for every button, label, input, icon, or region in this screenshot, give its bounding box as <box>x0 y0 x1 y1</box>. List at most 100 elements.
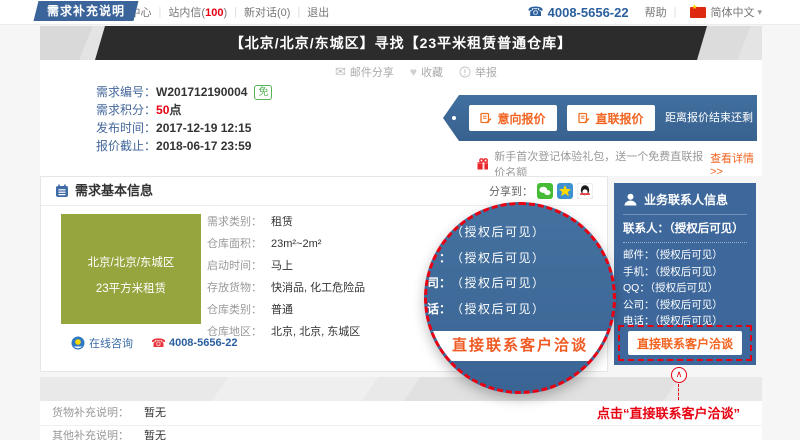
detail-label: 仓库面积： <box>207 233 271 255</box>
chevron-down-icon: ▾ <box>757 7 762 18</box>
promo-detail-link[interactable]: 查看详情 >> <box>710 150 762 178</box>
supplement-band <box>40 377 762 401</box>
contact-row-email: 邮件：（授权后可见） <box>623 247 747 264</box>
direct-quote-label: 直联报价 <box>595 110 643 127</box>
field-publish-time: 发布时间：2017-12-19 12:15 <box>96 119 272 137</box>
detail-label: 存放货物： <box>207 277 271 299</box>
mag-value: （授权后可见） <box>451 223 546 240</box>
intent-quote-label: 意向报价 <box>497 110 545 127</box>
favorite-label: 收藏 <box>421 64 443 80</box>
direct-quote-button[interactable]: 直联报价 <box>567 105 655 131</box>
report-icon <box>459 66 471 78</box>
field-label: 需求编号： <box>96 85 156 99</box>
mag-value: （授权后可见） <box>451 300 546 317</box>
favorite-button[interactable]: ♥ 收藏 <box>410 64 443 80</box>
field-demand-number: 需求编号：W201712190004 免 <box>96 83 272 101</box>
mail-share-button[interactable]: ✉邮件分享 <box>335 64 394 80</box>
heart-icon: ♥ <box>410 65 417 79</box>
detail-label: 仓库类别： <box>207 299 271 321</box>
banner-strip: 【北京/北京/东城区】寻找【23平米租赁普通仓库】 <box>40 26 762 60</box>
contact-label: 邮件： <box>623 249 655 261</box>
supplement-title-tab: 需求补充说明 <box>34 1 139 21</box>
online-consult-label: 在线咨询 <box>89 335 133 351</box>
demand-detail-list: 需求类别：租赁 仓库面积：23m²~2m² 启动时间：马上 存放货物：快消品, … <box>207 211 365 343</box>
detail-value: 北京, 北京, 东城区 <box>271 326 360 338</box>
field-value: W201712190004 <box>156 85 247 99</box>
detail-row-area: 仓库面积：23m²~2m² <box>207 233 365 255</box>
language-selector[interactable]: 简体中文 <box>710 4 754 20</box>
mag-value: （授权后可见） <box>451 249 546 266</box>
report-button[interactable]: 举报 <box>459 64 497 80</box>
help-link[interactable]: 帮助 <box>645 4 667 20</box>
detail-label: 启动时间： <box>207 255 271 277</box>
field-label: 发布时间： <box>96 121 156 135</box>
report-label: 举报 <box>475 64 497 80</box>
mail-label: 站内信( <box>168 7 205 19</box>
detail-row-region: 仓库地区：北京, 北京, 东城区 <box>207 321 365 343</box>
contact-label: 手机： <box>623 266 655 278</box>
contact-label: QQ： <box>623 282 650 294</box>
site-mail-link[interactable]: 站内信(100) <box>168 4 227 20</box>
thumb-area: 23平方米租赁 <box>61 280 201 296</box>
detail-row-category: 需求类别：租赁 <box>207 211 365 233</box>
points-value: 50 <box>156 103 169 117</box>
contact-row-mobile: 手机：（授权后可见） <box>623 264 747 281</box>
section-title: 需求基本信息 <box>75 177 153 205</box>
points-unit: 点 <box>169 103 181 117</box>
magnifier-callout: （授权后可见） ：（授权后可见） 公司：（授权后可见） 电话：（授权后可见） 直… <box>424 202 616 394</box>
detail-row-start-time: 启动时间：马上 <box>207 255 365 277</box>
magnifier-cta-banner: 直接联系客户洽谈 <box>424 331 616 361</box>
contact-row-qq: QQ：（授权后可见） <box>623 280 747 297</box>
person-icon <box>623 192 638 207</box>
thumb-location: 北京/北京/东城区 <box>61 254 201 270</box>
online-consult-button[interactable]: 在线咨询 <box>71 335 133 351</box>
detail-row-goods: 存放货物：快消品, 化工危险品 <box>207 277 365 299</box>
divider: | <box>674 6 677 18</box>
contact-panel: 业务联系人信息 联系人：（授权后可见） 邮件：（授权后可见） 手机：（授权后可见… <box>614 183 756 365</box>
field-value: 2018-06-17 23:59 <box>156 139 251 153</box>
divider: | <box>159 6 162 18</box>
field-value: 2017-12-19 12:15 <box>156 121 251 135</box>
cta-highlight-box: 直接联系客户洽谈 <box>618 325 752 361</box>
supplement-value: 暂无 <box>144 430 166 440</box>
contact-value: （授权后可见） <box>655 299 723 311</box>
phone-icon: ☎ <box>151 336 166 350</box>
divider: | <box>234 6 237 18</box>
wechat-share-icon[interactable] <box>537 183 553 199</box>
supplement-title: 需求补充说明 <box>36 1 136 21</box>
gift-icon <box>477 158 488 170</box>
new-chat-link[interactable]: 新对话(0) <box>244 4 290 20</box>
share-label: 分享到： <box>489 183 533 199</box>
logout-link[interactable]: 退出 <box>307 4 329 20</box>
intent-quote-button[interactable]: 意向报价 <box>469 105 557 131</box>
form-icon <box>578 112 590 124</box>
mag-label: 公司： <box>424 274 451 291</box>
contact-value: （授权后可见） <box>669 223 744 235</box>
direct-contact-button[interactable]: 直接联系客户洽谈 <box>628 331 742 355</box>
contact-label: 公司： <box>623 299 655 311</box>
supplement-row-other: 其他补充说明：暂无 <box>40 426 762 440</box>
contact-row-company: 公司：（授权后可见） <box>623 297 747 314</box>
detail-value: 马上 <box>271 260 293 272</box>
supplement-label: 其他补充说明： <box>52 426 144 440</box>
qzone-share-icon[interactable] <box>557 183 573 199</box>
magnifier-row: ：（授权后可见） <box>424 249 613 266</box>
detail-label: 仓库地区： <box>207 321 271 343</box>
qq-share-icon[interactable] <box>577 183 593 199</box>
china-flag-icon <box>690 7 706 18</box>
summary-card: 需求编号：W201712190004免 需求积分：50点 发布时间：2017-1… <box>40 60 762 176</box>
detail-value: 租赁 <box>271 216 293 228</box>
free-badge: 免 <box>254 85 272 100</box>
mail-share-label: 邮件分享 <box>350 64 394 80</box>
magnifier-row: 电话：（授权后可见） <box>424 300 613 317</box>
detail-value: 普通 <box>271 304 293 316</box>
contact-fields: 邮件：（授权后可见） 手机：（授权后可见） QQ：（授权后可见） 公司：（授权后… <box>623 247 747 330</box>
page: visky58 | 会员中心 | 站内信(100) | 新对话(0) | 退出 … <box>0 0 800 440</box>
contact-value: （授权后可见） <box>655 266 723 278</box>
detail-value: 23m²~2m² <box>271 238 321 250</box>
quote-countdown: 距离报价结束还剩81天 <box>665 95 757 141</box>
mag-label <box>424 223 451 240</box>
quote-ribbon: 意向报价 直联报价 距离报价结束还剩81天 <box>443 95 757 141</box>
contact-value: （授权后可见） <box>655 249 723 261</box>
topbar-right-nav: ☎ 4008-5656-22 帮助 | 简体中文 ▾ <box>527 0 762 24</box>
